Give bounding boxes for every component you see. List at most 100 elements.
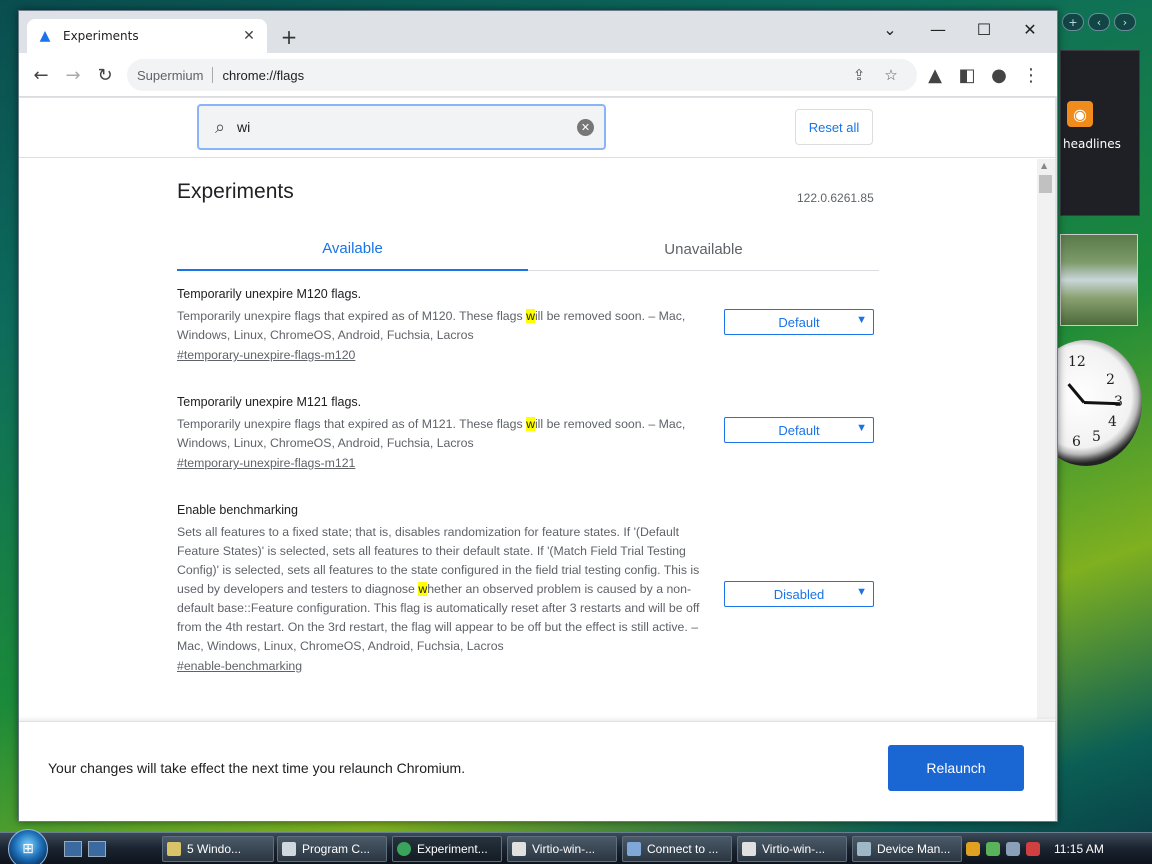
reset-all-button[interactable]: Reset all <box>795 109 873 145</box>
side-panel-icon[interactable]: ◧ <box>953 61 981 89</box>
folder-icon <box>167 842 181 856</box>
profile-icon[interactable]: ● <box>985 61 1013 89</box>
volume-muted-icon[interactable] <box>1026 842 1040 856</box>
chevron-down-icon: ▼ <box>856 422 867 434</box>
flag-select[interactable]: Disabled ▼ <box>724 581 874 607</box>
tab-experiments[interactable]: ▲ Experiments ✕ <box>27 19 267 53</box>
close-tab-icon[interactable]: ✕ <box>241 28 257 44</box>
tab-search-button[interactable]: ⌄ <box>867 15 913 43</box>
chevron-down-icon: ▼ <box>856 586 867 598</box>
flag-desc-text: Temporarily unexpire flags that expired … <box>177 417 527 431</box>
back-button[interactable]: ← <box>27 61 55 89</box>
rss-icon: ◉ <box>1067 101 1093 127</box>
flask-icon[interactable]: ▲ <box>921 61 949 89</box>
feed-label: headlines <box>1063 137 1121 151</box>
tab-title: Experiments <box>63 29 139 43</box>
network-status-icon[interactable] <box>986 842 1000 856</box>
clock-minute-hand <box>1083 401 1121 406</box>
vertical-scrollbar[interactable]: ▲ <box>1037 159 1055 719</box>
taskbar: ⊞ 5 Windo... Program C... Experiment... … <box>0 829 1152 864</box>
flask-icon: ▲ <box>39 28 51 44</box>
relaunch-button[interactable]: Relaunch <box>888 745 1024 791</box>
flags-tabs: Available Unavailable <box>177 227 879 271</box>
flag-item: Temporarily unexpire M120 flags. Tempora… <box>177 287 877 362</box>
scroll-up-icon[interactable]: ▲ <box>1041 161 1047 170</box>
taskbar-button-label: Experiment... <box>417 842 488 856</box>
search-box[interactable]: ⌕ ✕ <box>197 104 606 150</box>
feed-headlines-gadget[interactable]: ◉ headlines <box>1060 50 1140 216</box>
clock-number: 5 <box>1092 429 1101 445</box>
clock-number: 6 <box>1072 434 1081 450</box>
start-button[interactable]: ⊞ <box>8 829 48 864</box>
program-icon <box>282 842 296 856</box>
flags-search-header: ⌕ ✕ Reset all <box>19 98 1055 158</box>
url-text: chrome://flags <box>222 67 305 83</box>
network-icon <box>627 842 641 856</box>
tab-available[interactable]: Available <box>177 227 528 271</box>
share-icon[interactable]: ⇪ <box>847 63 871 87</box>
tab-unavailable[interactable]: Unavailable <box>528 227 879 271</box>
tab-strip: ▲ Experiments ✕ + ⌄ — ☐ ✕ <box>19 11 1057 53</box>
flag-select[interactable]: Default ▼ <box>724 417 874 443</box>
flag-name: Temporarily unexpire M121 flags. <box>177 395 362 409</box>
switch-windows-icon[interactable] <box>88 841 106 857</box>
taskbar-button[interactable]: Device Man... <box>852 836 962 862</box>
flag-permalink[interactable]: #temporary-unexpire-flags-m120 <box>177 348 355 362</box>
taskbar-button-label: Device Man... <box>877 842 951 856</box>
menu-icon[interactable]: ⋮ <box>1017 61 1045 89</box>
flag-item: Temporarily unexpire M121 flags. Tempora… <box>177 395 877 470</box>
flag-name: Enable benchmarking <box>177 503 298 517</box>
clock-hour-hand <box>1067 383 1086 404</box>
flag-description: Sets all features to a fixed state; that… <box>177 523 702 656</box>
flag-select-value: Disabled <box>773 586 825 602</box>
browser-toolbar: ← → ↻ Supermium chrome://flags ⇪ ☆ ▲ ◧ ●… <box>19 53 1057 97</box>
close-window-button[interactable]: ✕ <box>1007 15 1053 43</box>
browser-icon <box>397 842 411 856</box>
system-tray: 11:15 AM <box>960 836 1152 862</box>
clock-time[interactable]: 11:15 AM <box>1054 842 1104 856</box>
bookmark-star-icon[interactable]: ☆ <box>879 63 903 87</box>
relaunch-bar: Your changes will take effect the next t… <box>19 721 1055 821</box>
site-name: Supermium <box>137 67 204 83</box>
flag-select[interactable]: Default ▼ <box>724 309 874 335</box>
slideshow-gadget[interactable] <box>1060 234 1138 326</box>
taskbar-button[interactable]: Virtio-win-... <box>507 836 617 862</box>
taskbar-button[interactable]: Virtio-win-... <box>737 836 847 862</box>
device-icon[interactable] <box>1006 842 1020 856</box>
flag-select-value: Default <box>778 422 820 438</box>
document-icon <box>742 842 756 856</box>
taskbar-button-active[interactable]: Experiment... <box>392 836 502 862</box>
flag-permalink[interactable]: #temporary-unexpire-flags-m121 <box>177 456 355 470</box>
taskbar-button[interactable]: Connect to ... <box>622 836 732 862</box>
browser-window: ▲ Experiments ✕ + ⌄ — ☐ ✕ ← → ↻ Supermiu… <box>18 10 1058 822</box>
new-tab-button[interactable]: + <box>277 25 301 49</box>
flag-permalink[interactable]: #enable-benchmarking <box>177 659 302 673</box>
security-warning-icon[interactable] <box>966 842 980 856</box>
flag-desc-text: Temporarily unexpire flags that expired … <box>177 309 527 323</box>
search-input[interactable] <box>231 119 577 135</box>
forward-button[interactable]: → <box>59 61 87 89</box>
page-content: ⌕ ✕ Reset all Experiments 122.0.6261.85 … <box>19 98 1055 821</box>
scroll-thumb[interactable] <box>1039 175 1052 193</box>
clear-search-icon[interactable]: ✕ <box>577 118 594 136</box>
taskbar-button-label: Virtio-win-... <box>762 842 826 856</box>
taskbar-button[interactable]: 5 Windo... <box>162 836 274 862</box>
taskbar-button-label: 5 Windo... <box>187 842 242 856</box>
flag-description: Temporarily unexpire flags that expired … <box>177 307 702 345</box>
reload-button[interactable]: ↻ <box>91 61 119 89</box>
add-gadget-button[interactable]: + <box>1062 13 1084 31</box>
search-icon: ⌕ <box>214 116 226 138</box>
minimize-button[interactable]: — <box>915 15 961 43</box>
flag-item: Enable benchmarking Sets all features to… <box>177 503 877 673</box>
prev-gadget-button[interactable]: ‹ <box>1088 13 1110 31</box>
page-title: Experiments <box>177 180 294 203</box>
taskbar-button[interactable]: Program C... <box>277 836 387 862</box>
show-desktop-icon[interactable] <box>64 841 82 857</box>
address-bar[interactable]: Supermium chrome://flags ⇪ ☆ <box>127 59 917 91</box>
taskbar-button-label: Virtio-win-... <box>532 842 596 856</box>
clock-number: 12 <box>1068 354 1086 370</box>
maximize-button[interactable]: ☐ <box>961 15 1007 43</box>
flag-description: Temporarily unexpire flags that expired … <box>177 415 702 453</box>
next-gadget-button[interactable]: › <box>1114 13 1136 31</box>
search-highlight: w <box>526 417 535 431</box>
